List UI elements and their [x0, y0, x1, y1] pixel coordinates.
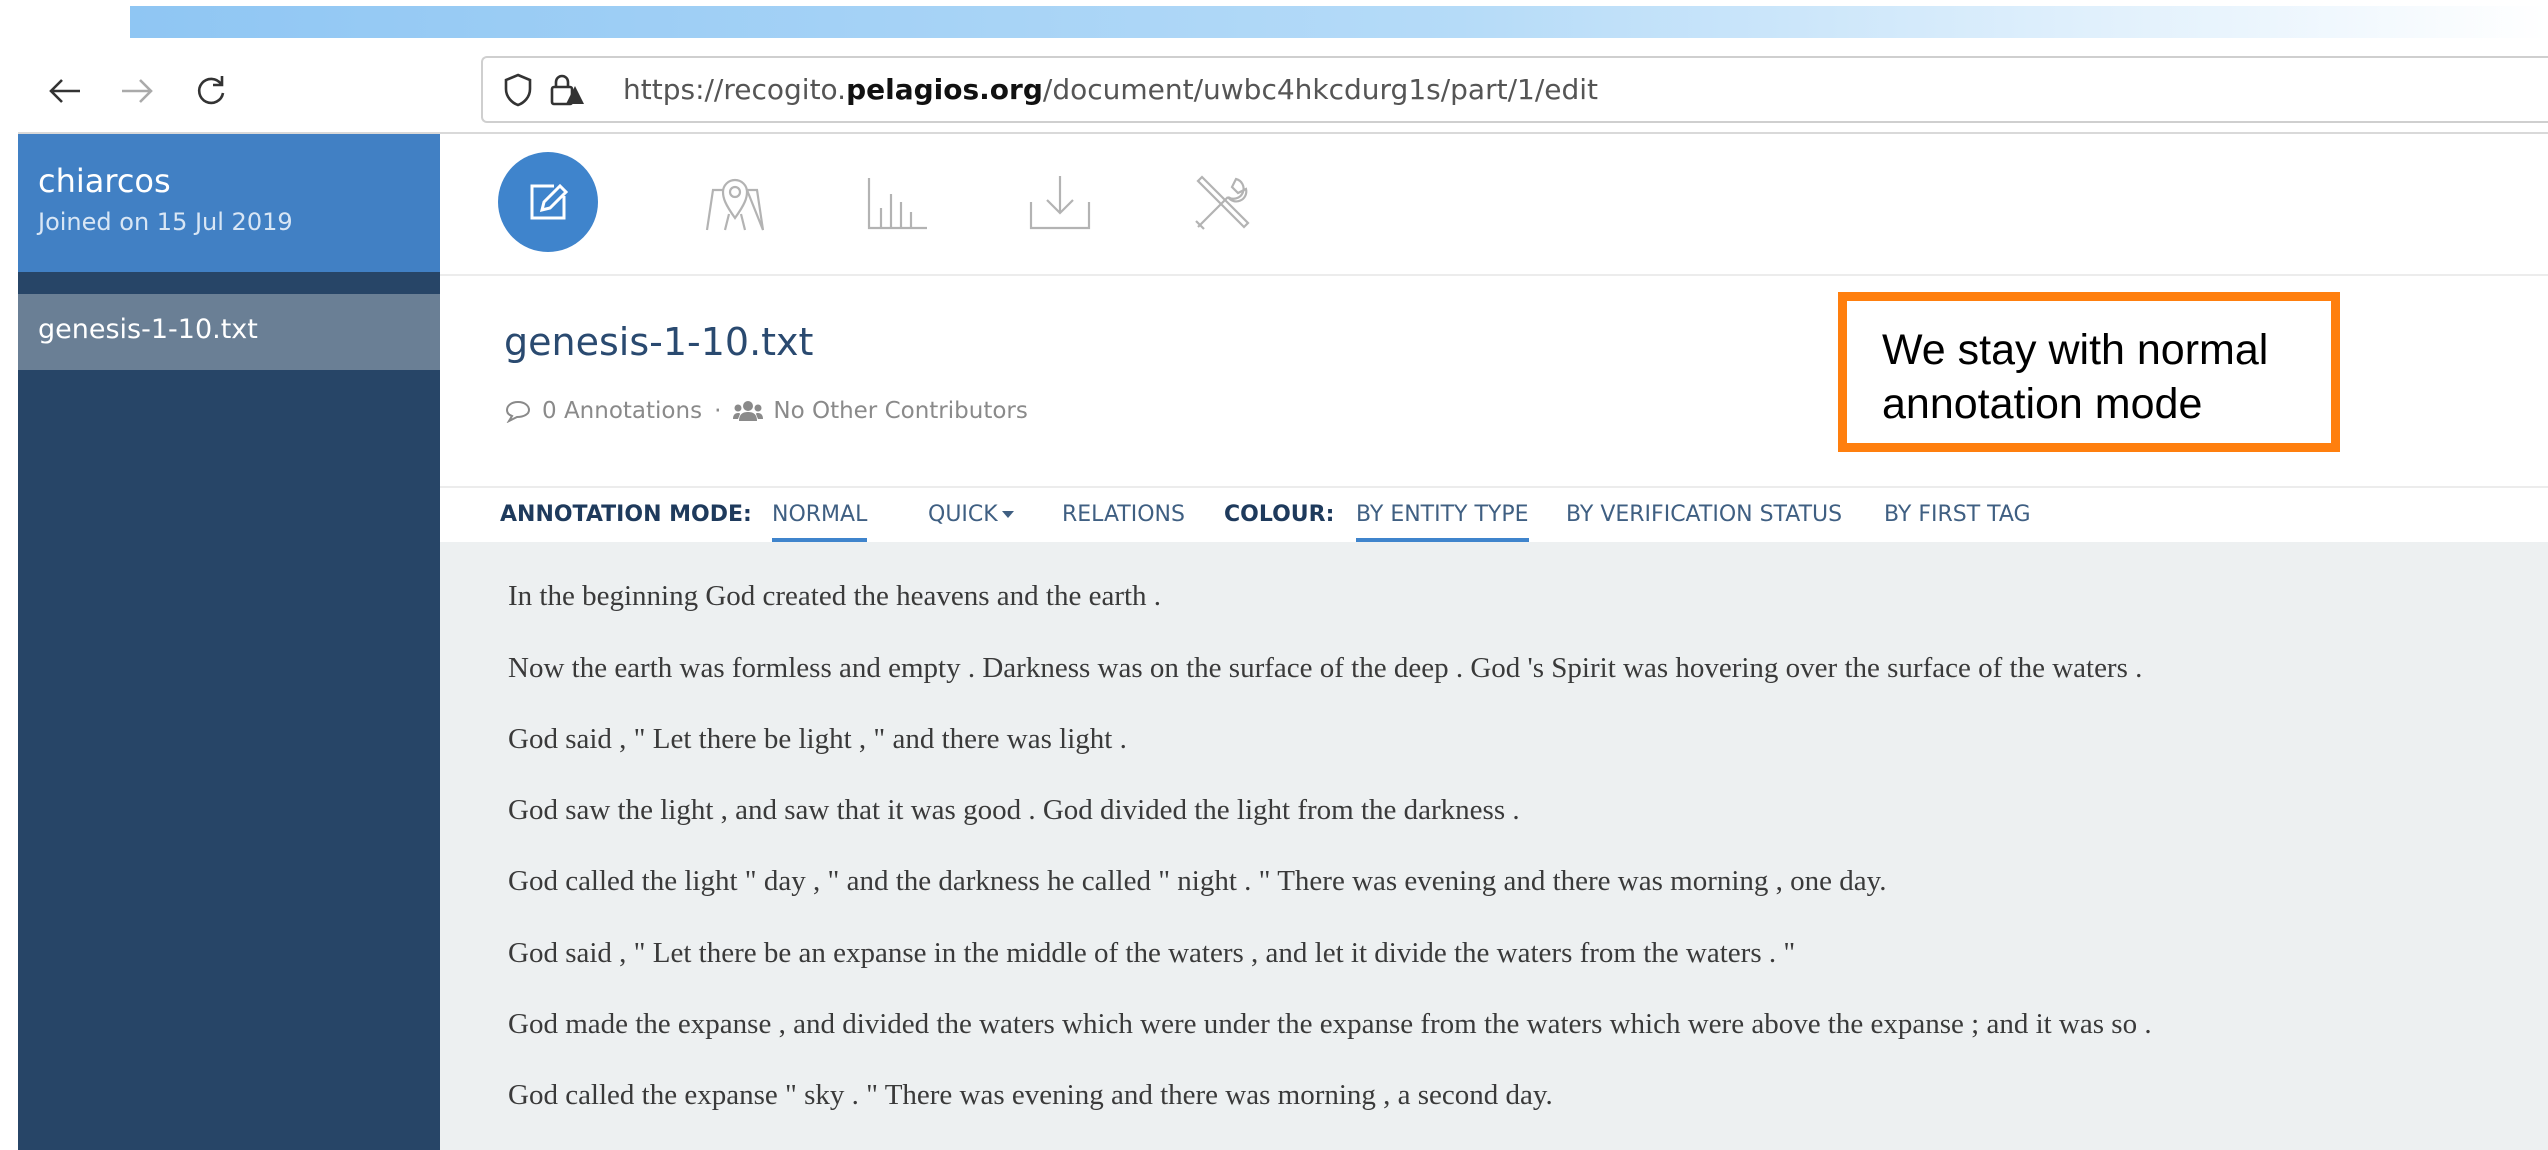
sidebar-item-label: genesis-1-10.txt	[38, 314, 258, 345]
mode-quick[interactable]: QUICK	[928, 502, 1014, 527]
colour-by-first-tag[interactable]: BY FIRST TAG	[1884, 502, 2031, 527]
callout-text: We stay with normal annotation mode	[1882, 326, 2269, 428]
contributors: No Other Contributors	[773, 398, 1028, 424]
text-line[interactable]: Now the earth was formless and empty . D…	[508, 652, 2142, 685]
users-icon	[733, 401, 764, 421]
tools-icon	[1195, 175, 1250, 230]
statistics-tab[interactable]	[848, 152, 948, 252]
edit-icon	[530, 183, 569, 220]
mode-relations[interactable]: RELATIONS	[1062, 502, 1185, 527]
address-bar[interactable]: https://recogito.pelagios.org/document/u…	[481, 56, 2548, 123]
document-text-area[interactable]: In the beginning God created the heavens…	[440, 542, 2548, 1150]
url-text: https://recogito.pelagios.org/document/u…	[623, 73, 1599, 106]
meta-separator: ·	[714, 398, 722, 424]
user-name: chiarcos	[38, 162, 171, 200]
text-line[interactable]: God made the expanse , and divided the w…	[508, 1008, 2152, 1041]
forward-button[interactable]	[112, 66, 162, 116]
document-title: genesis-1-10.txt	[504, 320, 814, 364]
reload-button[interactable]	[186, 66, 236, 116]
text-line[interactable]: God said , " Let there be an expanse in …	[508, 937, 1795, 970]
text-line[interactable]: God saw the light , and saw that it was …	[508, 794, 1520, 827]
sidebar-item-document[interactable]: genesis-1-10.txt	[18, 294, 440, 370]
document-meta: 0 Annotations · No Other Contributors	[504, 398, 1028, 424]
comment-icon	[505, 400, 531, 423]
tutorial-callout: We stay with normal annotation mode	[1838, 292, 2340, 452]
colour-by-verification-status[interactable]: BY VERIFICATION STATUS	[1566, 502, 1842, 527]
user-profile[interactable]: chiarcos Joined on 15 Jul 2019	[18, 134, 440, 272]
user-joined-date: Joined on 15 Jul 2019	[38, 208, 293, 236]
edit-tab[interactable]	[498, 152, 598, 252]
forward-arrow-icon	[122, 79, 153, 103]
colour-by-entity-type[interactable]: BY ENTITY TYPE	[1356, 502, 1529, 543]
text-line[interactable]: God called the expanse " sky . " There w…	[508, 1079, 1553, 1112]
reload-icon	[197, 76, 225, 105]
text-line[interactable]: In the beginning God created the heavens…	[508, 580, 1161, 613]
settings-tab[interactable]	[1173, 152, 1273, 252]
download-tab[interactable]	[1010, 152, 1110, 252]
colour-label: COLOUR:	[1224, 502, 1335, 527]
document-toolbar	[440, 134, 2548, 276]
main-content: genesis-1-10.txt 0 Annotations · No Othe…	[440, 134, 2548, 1150]
sidebar: chiarcos Joined on 15 Jul 2019 genesis-1…	[18, 134, 440, 1150]
map-icon	[705, 178, 765, 231]
bar-chart-icon	[867, 178, 927, 230]
caret-down-icon	[1001, 511, 1014, 518]
map-tab[interactable]	[685, 152, 785, 252]
text-line[interactable]: God called the light " day , " and the d…	[508, 865, 1887, 898]
browser-navbar: https://recogito.pelagios.org/document/u…	[18, 54, 2548, 134]
download-icon	[1029, 176, 1091, 230]
mode-quick-label: QUICK	[928, 502, 998, 527]
shield-icon	[504, 73, 532, 107]
text-line[interactable]: God said , " Let there be light , " and …	[508, 723, 1127, 756]
mode-normal[interactable]: NORMAL	[772, 502, 868, 543]
annotation-count: 0 Annotations	[542, 398, 703, 424]
top-decoration-bar	[130, 6, 2548, 38]
annotation-mode-label: ANNOTATION MODE:	[500, 502, 752, 527]
back-button[interactable]	[40, 66, 90, 116]
lock-warning-icon	[550, 74, 584, 106]
back-arrow-icon	[49, 79, 80, 103]
annotation-mode-bar: ANNOTATION MODE: NORMAL QUICK RELATIONS …	[440, 486, 2548, 544]
